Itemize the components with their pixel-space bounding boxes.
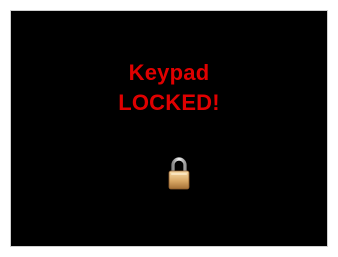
keypad-label: Keypad <box>128 60 210 85</box>
keypad-locked-panel: Keypad LOCKED! <box>10 10 328 247</box>
locked-status-text: LOCKED! <box>118 90 220 115</box>
padlock-locked-icon <box>168 157 190 190</box>
